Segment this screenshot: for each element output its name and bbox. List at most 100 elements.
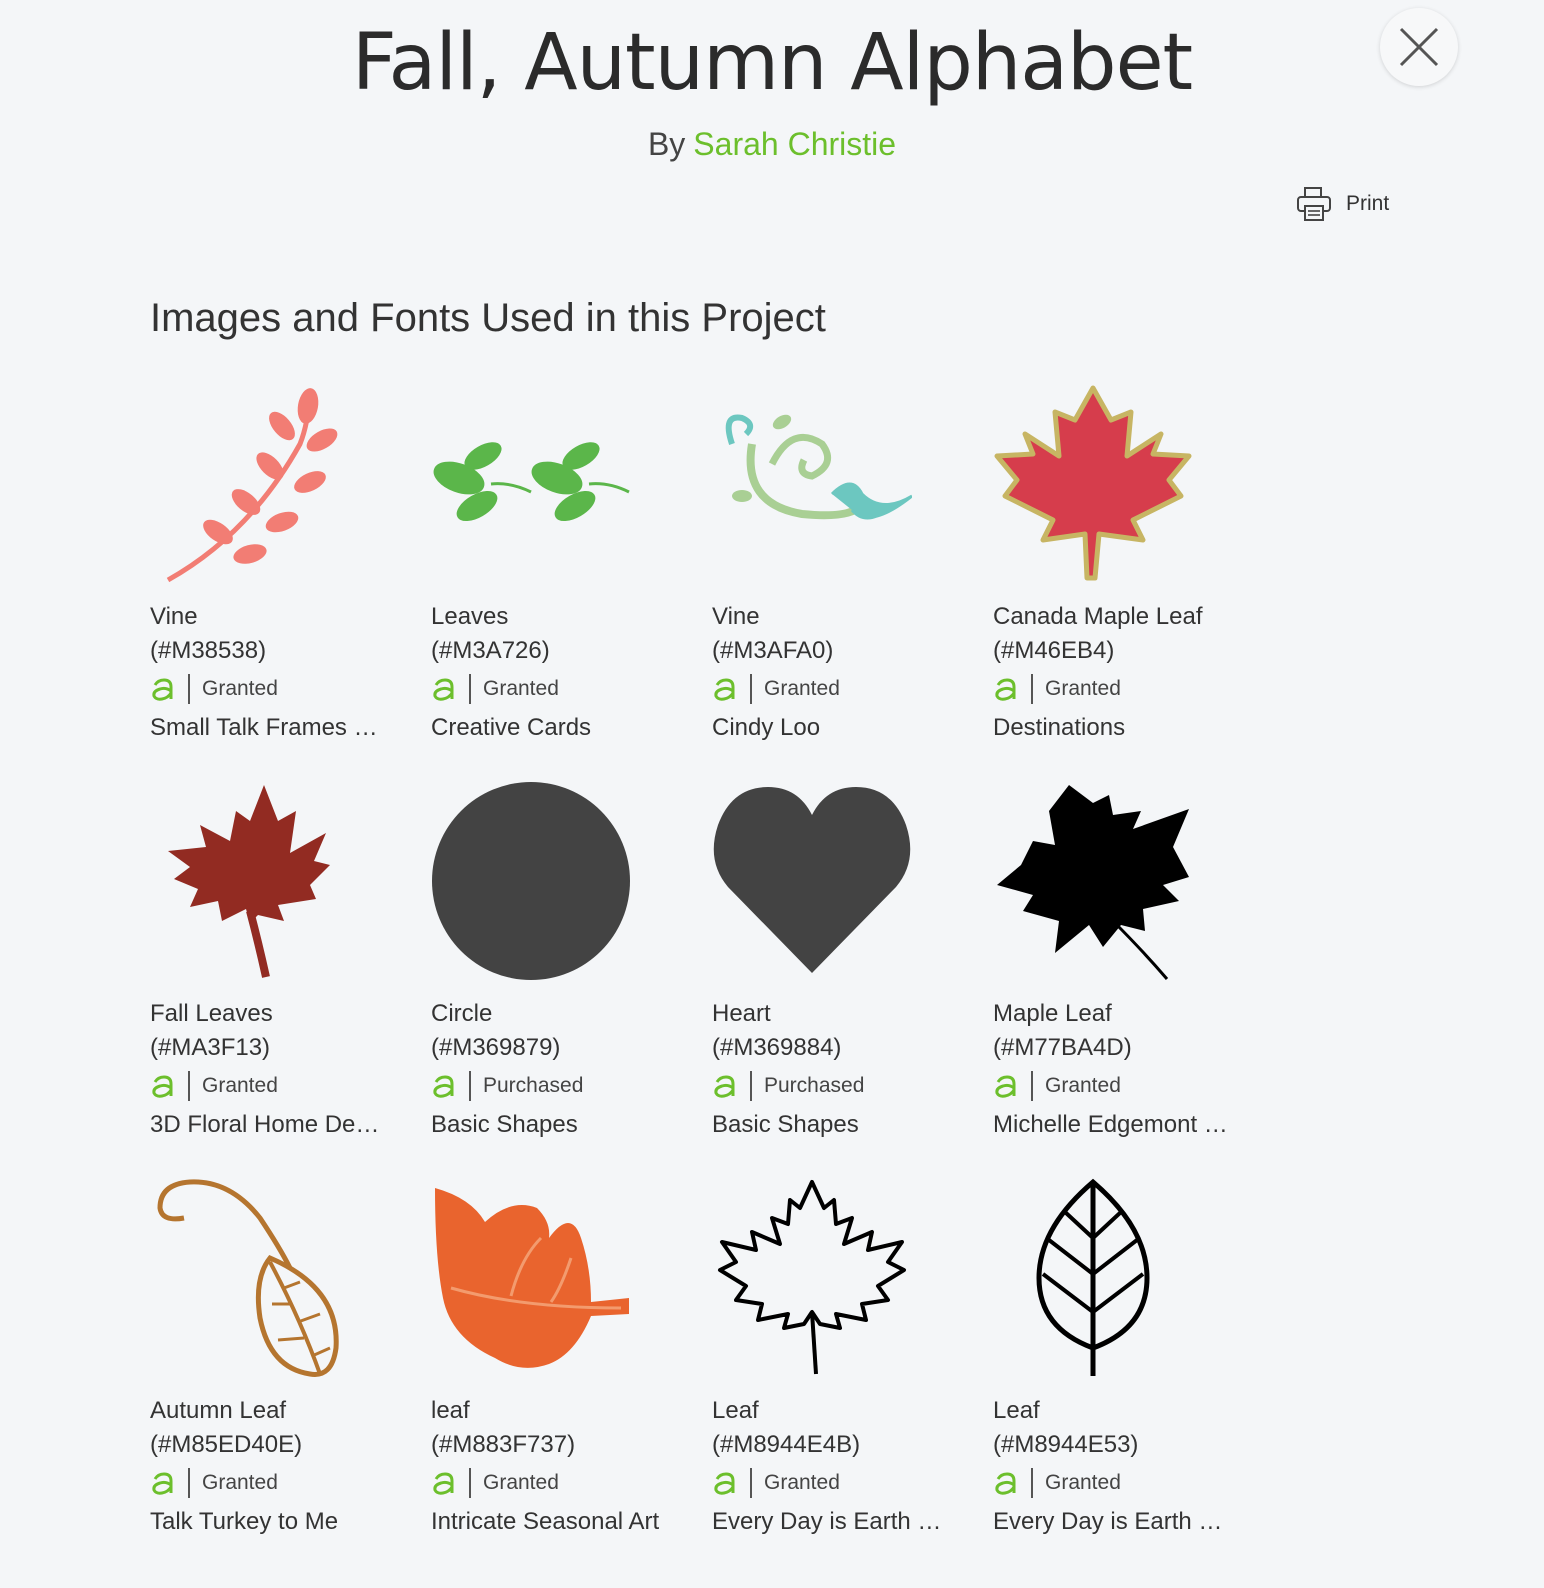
status-text: Granted <box>202 1074 278 1097</box>
image-card[interactable]: Leaf (#M8944E4B) Granted Every Day is Ea… <box>712 1178 952 1542</box>
status-row: Granted <box>431 670 671 708</box>
access-icon <box>433 678 454 701</box>
access-icon <box>995 1075 1016 1098</box>
cartridge-link[interactable]: Every Day is Earth … <box>712 1502 948 1542</box>
status-text: Granted <box>1045 1471 1121 1494</box>
status-row: Granted <box>431 1464 671 1502</box>
cartridge-link[interactable]: Intricate Seasonal Art <box>431 1502 667 1542</box>
circle-icon <box>432 782 630 980</box>
access-icon <box>152 1075 173 1098</box>
image-code: (#M369879) <box>431 1034 561 1061</box>
image-card[interactable]: Autumn Leaf (#M85ED40E) Granted Talk Tur… <box>150 1178 390 1542</box>
access-icon <box>714 678 735 701</box>
by-label: By <box>647 126 686 162</box>
maple-leaf-outline-icon <box>718 1180 906 1375</box>
image-code: (#M3AFA0) <box>712 637 834 664</box>
status-row: Granted <box>993 1067 1233 1105</box>
access-icon <box>714 1075 735 1098</box>
divider <box>469 674 471 704</box>
access-icon <box>433 1075 454 1098</box>
author-link[interactable]: Sarah Christie <box>693 126 896 162</box>
image-card[interactable]: Fall Leaves (#MA3F13) Granted 3D Floral … <box>150 781 390 1145</box>
status-text: Granted <box>1045 677 1121 700</box>
image-code: (#M8944E53) <box>993 1431 1139 1458</box>
cartridge-link[interactable]: Basic Shapes <box>431 1105 667 1145</box>
status-text: Granted <box>202 1471 278 1494</box>
cartridge-link[interactable]: Small Talk Frames … <box>150 708 386 748</box>
image-card[interactable]: Vine (#M3AFA0) Granted Cindy Loo <box>712 384 952 748</box>
divider <box>750 1468 752 1498</box>
image-card[interactable]: Leaves (#M3A726) Granted Creative Cards <box>431 384 671 748</box>
divider <box>750 1071 752 1101</box>
status-text: Purchased <box>483 1074 584 1097</box>
brown-leaf-outline-icon <box>157 1179 339 1377</box>
cartridge-link[interactable]: Cindy Loo <box>712 708 948 748</box>
access-icon <box>152 678 173 701</box>
red-maple-leaf-icon <box>994 385 1192 581</box>
black-maple-leaf-icon <box>997 785 1189 980</box>
divider <box>188 1071 190 1101</box>
pink-branch-icon <box>166 388 338 583</box>
close-icon <box>1399 27 1439 67</box>
status-row: Purchased <box>712 1067 952 1105</box>
status-row: Granted <box>150 1464 390 1502</box>
image-name: Leaves <box>431 603 509 630</box>
printer-icon <box>1297 187 1331 221</box>
status-row: Purchased <box>431 1067 671 1105</box>
print-button[interactable]: Print <box>1296 186 1389 222</box>
cartridge-link[interactable]: Talk Turkey to Me <box>150 1502 386 1542</box>
divider <box>469 1071 471 1101</box>
cartridge-link[interactable]: Creative Cards <box>431 708 667 748</box>
status-text: Granted <box>764 677 840 700</box>
image-name: Leaf <box>712 1397 759 1424</box>
cartridge-link[interactable]: 3D Floral Home De… <box>150 1105 386 1145</box>
access-icon <box>995 678 1016 701</box>
status-text: Granted <box>1045 1074 1121 1097</box>
access-icon <box>995 1472 1016 1495</box>
image-card[interactable]: Leaf (#M8944E53) Granted Every Day is Ea… <box>993 1178 1233 1542</box>
image-name: Maple Leaf <box>993 1000 1112 1027</box>
image-card[interactable]: Vine (#M38538) Granted Small Talk Frames… <box>150 384 390 748</box>
status-row: Granted <box>150 670 390 708</box>
page-title: Fall, Autumn Alphabet <box>351 18 1193 108</box>
image-card[interactable]: Maple Leaf (#M77BA4D) Granted Michelle E… <box>993 781 1233 1145</box>
image-code: (#M3A726) <box>431 637 550 664</box>
cartridge-link[interactable]: Destinations <box>993 708 1229 748</box>
image-name: Leaf <box>993 1397 1040 1424</box>
image-card[interactable]: Circle (#M369879) Purchased Basic Shapes <box>431 781 671 1145</box>
divider <box>1031 1468 1033 1498</box>
image-name: Autumn Leaf <box>150 1397 287 1424</box>
image-name: Heart <box>712 1000 771 1027</box>
leaf-veins-outline-icon <box>1036 1178 1150 1376</box>
status-text: Granted <box>483 1471 559 1494</box>
access-icon <box>433 1472 454 1495</box>
access-icon <box>152 1472 173 1495</box>
image-card[interactable]: leaf (#M883F737) Granted Intricate Seaso… <box>431 1178 671 1542</box>
divider <box>750 674 752 704</box>
divider <box>1031 1071 1033 1101</box>
divider <box>469 1468 471 1498</box>
image-code: (#M8944E4B) <box>712 1431 861 1458</box>
image-card[interactable]: Canada Maple Leaf (#M46EB4) Granted Dest… <box>993 384 1233 748</box>
section-title: Images and Fonts Used in this Project <box>150 296 826 340</box>
cartridge-link[interactable]: Michelle Edgemont … <box>993 1105 1229 1145</box>
access-icon <box>714 1472 735 1495</box>
image-code: (#M883F737) <box>431 1431 576 1458</box>
dark-red-maple-leaf-icon <box>168 785 330 978</box>
status-row: Granted <box>150 1067 390 1105</box>
image-name: Vine <box>150 603 198 630</box>
swirl-vine-icon <box>725 414 912 520</box>
image-name: Circle <box>431 1000 493 1027</box>
image-name: Vine <box>712 603 760 630</box>
cartridge-link[interactable]: Every Day is Earth … <box>993 1502 1229 1542</box>
close-button[interactable] <box>1380 8 1458 86</box>
image-name: Canada Maple Leaf <box>993 603 1203 630</box>
divider <box>1031 674 1033 704</box>
divider <box>188 1468 190 1498</box>
image-card[interactable]: Heart (#M369884) Purchased Basic Shapes <box>712 781 952 1145</box>
heart-icon <box>713 787 911 973</box>
status-row: Granted <box>712 1464 952 1502</box>
status-text: Granted <box>764 1471 840 1494</box>
status-row: Granted <box>993 1464 1233 1502</box>
cartridge-link[interactable]: Basic Shapes <box>712 1105 948 1145</box>
